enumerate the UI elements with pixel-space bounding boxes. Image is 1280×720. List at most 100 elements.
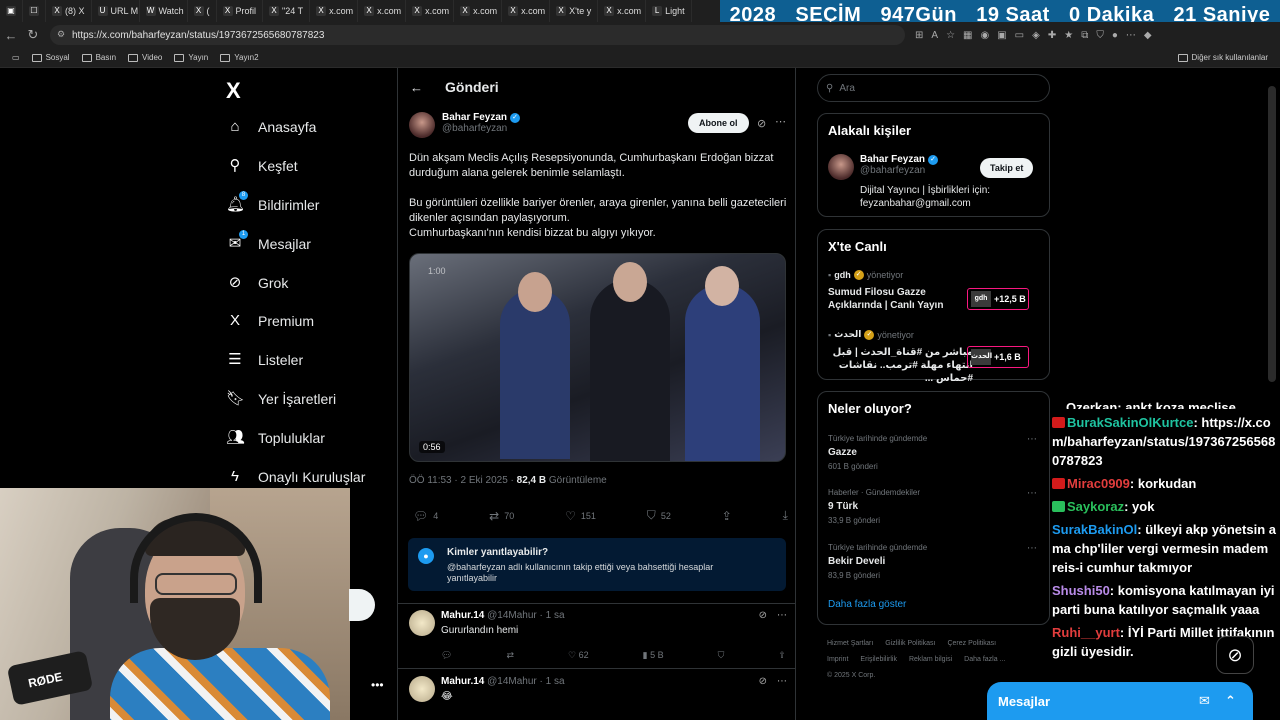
favorite-star-icon[interactable]: ☆ xyxy=(946,30,955,41)
browser-tab[interactable]: L Light xyxy=(646,0,692,22)
bookmark-folder[interactable]: Basın xyxy=(81,53,116,62)
trend-item[interactable]: Türkiye tarihinde gündemde Gazze 601 B gön… xyxy=(828,434,1043,471)
extension-icon[interactable]: ◉ xyxy=(980,30,989,41)
author-handle[interactable]: @baharfeyzan xyxy=(442,123,520,134)
grok-explain-icon[interactable]: ⊘ xyxy=(759,610,767,621)
more-options-icon[interactable]: ⋯ xyxy=(777,676,787,687)
nav-item-premium[interactable]: X Premium xyxy=(226,312,314,330)
more-options-icon[interactable]: ⋯ xyxy=(1027,434,1037,445)
nav-item-mesajlar[interactable]: ✉ 1 Mesajlar xyxy=(226,230,311,253)
browser-tab[interactable]: Xx.com xyxy=(598,0,647,22)
nav-item-onaylı-kuruluşlar[interactable]: ϟ Onaylı Kuruluşlar xyxy=(226,468,365,486)
reply-item[interactable]: Mahur.14 @14Mahur · 1 sa Gururlandın hem… xyxy=(409,610,787,670)
browser-tab[interactable]: X (8) X xyxy=(46,0,92,22)
browser-tab[interactable]: X Profil xyxy=(217,0,264,22)
related-handle[interactable]: @baharfeyzan xyxy=(860,165,938,176)
page-scrollbar[interactable] xyxy=(1268,86,1276,382)
reply-item[interactable]: Mahur.14 @14Mahur · 1 sa 😂 ⊘ ⋯ xyxy=(409,676,787,720)
workspaces-button[interactable]: ▣ xyxy=(0,0,23,22)
footer-link[interactable]: Imprint xyxy=(827,656,848,663)
post-author[interactable]: Bahar Feyzan ✓ @baharfeyzan xyxy=(409,112,521,138)
browser-tab[interactable]: X X'te y xyxy=(550,0,599,22)
browser-tab[interactable]: Xx.com xyxy=(358,0,407,22)
footer-link[interactable]: Hizmet Şartları xyxy=(827,640,873,647)
more-dots-icon[interactable]: ••• xyxy=(371,678,384,692)
bookmark-folder[interactable]: Video xyxy=(128,53,162,62)
bookmark-folder[interactable]: Yayın2 xyxy=(220,53,259,62)
browser-tab[interactable]: Xx.com xyxy=(454,0,503,22)
shield-icon[interactable]: ⛉ xyxy=(1096,30,1104,41)
share-button[interactable]: ⇪ xyxy=(722,508,732,523)
post-video[interactable]: 1:00 0:56 xyxy=(409,253,786,462)
repost-button[interactable]: ⇄ 70 xyxy=(489,508,514,523)
back-icon[interactable]: ← xyxy=(0,28,22,43)
copilot-icon[interactable]: ◆ xyxy=(1144,30,1152,41)
footer-link[interactable]: Çerez Politikası xyxy=(947,640,996,647)
avatar[interactable] xyxy=(409,610,435,636)
nav-item-grok[interactable]: ⊘ Grok xyxy=(226,274,289,292)
nav-item-anasayfa[interactable]: ⌂ Anasayfa xyxy=(226,118,316,136)
browser-tab[interactable]: Xx.com xyxy=(502,0,551,22)
profile-avatar-icon[interactable]: ● xyxy=(1112,30,1118,41)
x-logo-icon[interactable]: X xyxy=(226,78,241,104)
back-arrow-icon[interactable]: ← xyxy=(410,80,423,95)
refresh-icon[interactable]: ↻ xyxy=(22,27,44,43)
trend-item[interactable]: Türkiye tarihinde gündemde Bekir Develi 83… xyxy=(828,543,1043,580)
bookmark-folder[interactable]: Sosyal xyxy=(31,53,70,62)
grok-floating-button[interactable]: ⊘ xyxy=(1216,636,1254,674)
nav-item-listeler[interactable]: ☰ Listeler xyxy=(226,351,303,369)
bookmark-button[interactable]: ⛉ 52 xyxy=(647,508,671,523)
favorites-icon[interactable]: ★ xyxy=(1064,30,1073,41)
repost-icon[interactable]: ⇄ xyxy=(506,650,514,661)
grok-explain-icon[interactable]: ⊘ xyxy=(759,676,767,687)
more-options-icon[interactable]: ⋯ xyxy=(775,115,786,128)
reply-icon[interactable]: 💬︎ xyxy=(441,650,452,661)
read-aloud-icon[interactable]: A xyxy=(931,30,938,41)
extension-icon[interactable]: ◈ xyxy=(1032,30,1040,41)
apps-icon[interactable]: ⊞ xyxy=(915,30,923,41)
menu-dots-icon[interactable]: ⋯ xyxy=(1126,30,1136,41)
bookmark-icon[interactable]: ⛉ xyxy=(718,650,725,661)
footer-link[interactable]: © 2025 X Corp. xyxy=(827,672,875,679)
bookmark-menu-icon[interactable]: ▭ xyxy=(12,53,20,62)
browser-tab[interactable]: X( xyxy=(188,0,217,22)
footer-link[interactable]: Daha fazla ... xyxy=(964,656,1005,663)
post-button-partial[interactable] xyxy=(349,589,375,621)
chevron-up-icon[interactable]: ⌃ xyxy=(1225,693,1236,709)
footer-link[interactable]: Erişilebilirlik xyxy=(860,656,897,663)
share-icon[interactable]: ⇪ xyxy=(778,650,786,661)
other-bookmarks[interactable]: Diğer sık kullanılanlar xyxy=(1177,53,1268,62)
bookmark-folder[interactable]: Yayın xyxy=(174,53,208,62)
extension-icon[interactable]: ▦ xyxy=(963,30,972,41)
site-info-icon[interactable]: ⚙ xyxy=(57,29,65,40)
live-listeners-badge[interactable]: gdh +12,5 B xyxy=(967,288,1029,310)
avatar[interactable] xyxy=(828,154,854,180)
reply-author[interactable]: Mahur.14 xyxy=(441,610,484,621)
more-options-icon[interactable]: ⋯ xyxy=(1027,488,1037,499)
browser-tab[interactable]: W Watch xyxy=(140,0,188,22)
avatar[interactable] xyxy=(409,112,435,138)
collections-icon[interactable]: ⧉ xyxy=(1081,30,1088,41)
grok-explain-icon[interactable]: ⊘ xyxy=(757,117,766,130)
show-more-link[interactable]: Daha fazla göster xyxy=(828,599,906,610)
download-button[interactable]: ⤓ xyxy=(783,508,788,523)
browser-tab[interactable]: X "24 T xyxy=(263,0,311,22)
more-options-icon[interactable]: ⋯ xyxy=(777,610,787,621)
live-listeners-badge[interactable]: الحدث +1,6 B xyxy=(967,346,1029,368)
reply-button[interactable]: 💬︎ 4 xyxy=(413,508,438,523)
post-timestamp[interactable]: ÖÖ 11:53 · 2 Eki 2025 · xyxy=(409,475,517,486)
nav-item-keşfet[interactable]: ⚲ Keşfet xyxy=(226,157,298,175)
author-name[interactable]: Bahar Feyzan xyxy=(442,112,507,123)
extension-icon[interactable]: ▭ xyxy=(1015,30,1024,41)
reply-author[interactable]: Mahur.14 xyxy=(441,676,484,687)
extension-icon[interactable]: ▣ xyxy=(997,30,1006,41)
browser-tab[interactable]: Xx.com xyxy=(310,0,359,22)
url-field[interactable]: ⚙ https://x.com/baharfeyzan/status/19736… xyxy=(50,25,905,45)
browser-tab[interactable]: U URL M xyxy=(92,0,140,22)
nav-item-bildirimler[interactable]: 🔔︎ 8 Bildirimler xyxy=(226,191,319,214)
like-button[interactable]: ♡ 151 xyxy=(565,508,596,523)
more-options-icon[interactable]: ⋯ xyxy=(1027,543,1037,554)
search-input[interactable]: ⚲ Ara xyxy=(817,74,1050,102)
tab-actions-button[interactable]: ☐ xyxy=(23,0,46,22)
related-name[interactable]: Bahar Feyzan xyxy=(860,154,925,165)
